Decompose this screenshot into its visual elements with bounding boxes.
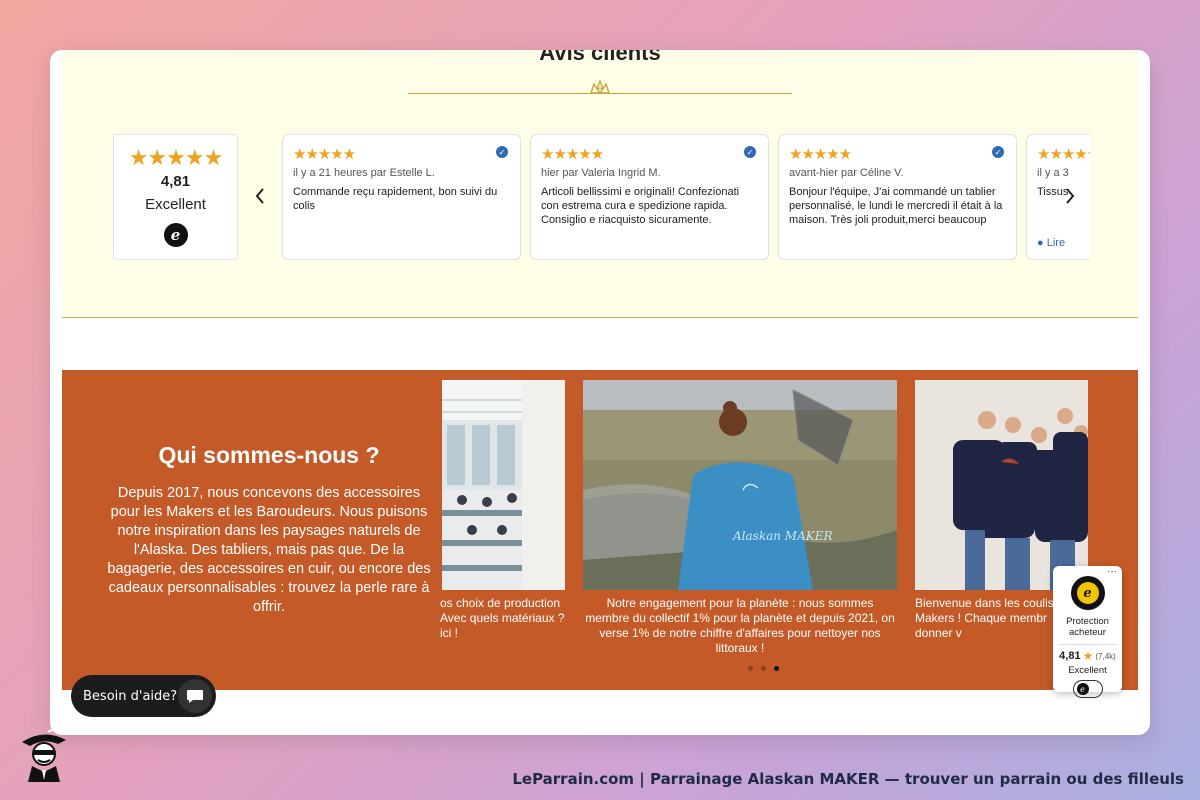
slide-dot[interactable] bbox=[761, 666, 766, 671]
trusted-shops-badge[interactable]: ··· e Protection acheteur 4,81 ★ (7,4k) … bbox=[1053, 566, 1122, 698]
about-section: Qui sommes-nous ? Depuis 2017, nous conc… bbox=[62, 370, 1138, 690]
about-text: Depuis 2017, nous concevons des accessoi… bbox=[107, 485, 431, 615]
protection-label: Protection acheteur bbox=[1066, 616, 1109, 638]
carousel-next-button[interactable] bbox=[1060, 186, 1080, 206]
ornament-icon bbox=[590, 79, 610, 94]
badge-rating: 4,81 ★ (7,4k) bbox=[1053, 649, 1122, 663]
carousel-prev-button[interactable] bbox=[250, 186, 270, 206]
review-card[interactable]: ★★★★★ ✓ hier par Valeria Ingrid M. Artic… bbox=[530, 134, 769, 260]
review-meta: il y a 21 heures par Estelle L. bbox=[293, 167, 435, 179]
planet-photo: Alaskan MAKER bbox=[583, 380, 897, 590]
rating-label: Excellent bbox=[145, 196, 206, 213]
section-title: Avis clients bbox=[539, 50, 661, 65]
page-card: Avis clients ★★★★★ 4,81 Excellent e ★★★★… bbox=[50, 50, 1150, 735]
shirt-text: Alaskan MAKER bbox=[732, 529, 833, 543]
review-stars: ★★★★★ bbox=[1037, 146, 1090, 163]
badge-divider bbox=[1058, 644, 1117, 645]
review-text: Commande reçu rapidement, bon suivi du c… bbox=[293, 186, 498, 212]
footer-text: LeParrain.com | Parrainage Alaskan MAKER… bbox=[512, 770, 1184, 788]
slide-caption: Notre engagement pour la planète : nous … bbox=[585, 596, 895, 655]
review-card[interactable]: ★★★★★ il y a 3 Tissus ● Lire bbox=[1026, 134, 1090, 260]
slide-image-planet[interactable]: Alaskan MAKER bbox=[583, 380, 897, 590]
mascot-logo-icon bbox=[22, 727, 66, 782]
team-photo bbox=[915, 380, 1088, 590]
verified-icon: ✓ bbox=[496, 146, 508, 158]
badge-review-count: (7,4k) bbox=[1095, 651, 1116, 661]
trusted-shops-seal-icon: e bbox=[1070, 576, 1105, 610]
star-icon: ★ bbox=[1082, 649, 1094, 663]
review-text: Articoli bellissimi e originali! Confezi… bbox=[541, 186, 740, 226]
factory-photo bbox=[442, 380, 565, 590]
read-more-link[interactable]: ● Lire bbox=[1037, 237, 1065, 249]
help-label: Besoin d'aide? bbox=[83, 688, 178, 704]
badge-rating-label: Excellent bbox=[1068, 665, 1107, 676]
rating-summary[interactable]: ★★★★★ 4,81 Excellent e bbox=[113, 134, 238, 260]
review-stars: ★★★★★ bbox=[541, 146, 604, 163]
chevron-left-icon bbox=[255, 188, 264, 204]
trusted-shops-logo-icon: e bbox=[163, 223, 188, 247]
review-text: Bonjour l'équipe, J'ai commandé un tabli… bbox=[789, 186, 1003, 226]
about-title: Qui sommes-nous ? bbox=[158, 442, 380, 468]
slide-image-factory[interactable] bbox=[442, 380, 565, 590]
verified-icon: ✓ bbox=[744, 146, 756, 158]
more-options-icon[interactable]: ··· bbox=[1107, 566, 1117, 577]
review-stars: ★★★★★ bbox=[293, 146, 356, 163]
comment-icon: ● bbox=[1037, 237, 1044, 249]
trusted-shops-logo-icon: e bbox=[1072, 680, 1103, 698]
review-meta: avant-hier par Céline V. bbox=[789, 167, 904, 179]
chevron-right-icon bbox=[1066, 188, 1075, 204]
badge-score: 4,81 bbox=[1059, 650, 1081, 662]
chat-bubble-icon bbox=[178, 679, 212, 713]
slide-dots bbox=[748, 666, 779, 671]
slide-dot[interactable] bbox=[748, 666, 753, 671]
reviews-section: Avis clients ★★★★★ 4,81 Excellent e ★★★★… bbox=[62, 50, 1138, 318]
rating-stars: ★★★★★ bbox=[128, 145, 224, 170]
verified-icon: ✓ bbox=[992, 146, 1004, 158]
help-chat-button[interactable]: Besoin d'aide? bbox=[71, 675, 216, 717]
review-meta: hier par Valeria Ingrid M. bbox=[541, 167, 661, 179]
review-meta: il y a 3 bbox=[1037, 167, 1069, 179]
review-carousel[interactable]: ★★★★★ ✓ il y a 21 heures par Estelle L. … bbox=[282, 134, 1090, 264]
slide-dot-active[interactable] bbox=[774, 666, 779, 671]
read-more-label: Lire bbox=[1046, 237, 1066, 249]
rating-score: 4,81 bbox=[160, 173, 191, 190]
review-stars: ★★★★★ bbox=[789, 146, 852, 163]
slide-caption: os choix de production Avec quels matéri… bbox=[440, 596, 565, 640]
review-card[interactable]: ★★★★★ ✓ il y a 21 heures par Estelle L. … bbox=[282, 134, 521, 260]
review-card[interactable]: ★★★★★ ✓ avant-hier par Céline V. Bonjour… bbox=[778, 134, 1017, 260]
slide-image-team[interactable] bbox=[915, 380, 1088, 590]
